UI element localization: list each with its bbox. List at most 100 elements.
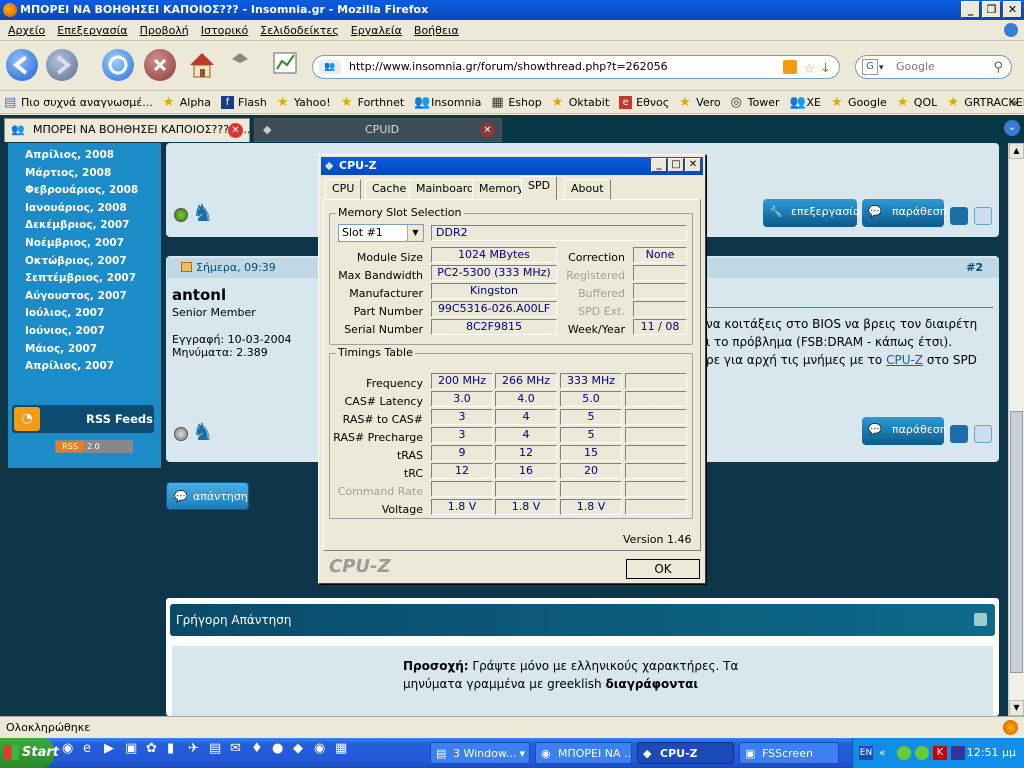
rss-feeds-box[interactable]: ◔ RSS Feeds <box>12 405 154 433</box>
tray-expand-icon[interactable]: « <box>879 738 886 768</box>
quote-button[interactable]: 💬 παράθεση <box>862 417 947 445</box>
archive-link[interactable]: Απρίλιος, 2007 <box>8 358 161 376</box>
bookmark-google[interactable]: ★ Google <box>827 96 893 109</box>
bookmark-xe[interactable]: 👥 XE <box>786 96 828 109</box>
collapse-icon[interactable] <box>974 613 987 626</box>
edit-button[interactable]: 🔧 επεξεργασία <box>763 199 860 227</box>
rss-icon[interactable] <box>783 60 797 74</box>
quick-launch-icon[interactable]: ▤ <box>209 741 225 761</box>
scroll-down-icon[interactable]: ▼ <box>1009 700 1024 716</box>
archive-link[interactable]: Φεβρουάριος, 2008 <box>8 182 161 200</box>
star-icon[interactable]: ☆ <box>803 59 815 81</box>
status-icon[interactable] <box>1003 720 1018 735</box>
archive-link[interactable]: Απρίλιος, 2008 <box>8 147 161 165</box>
reload-button[interactable] <box>102 49 134 81</box>
multiquote-icon[interactable] <box>950 425 968 443</box>
cpuz-tab-cache[interactable]: Cache <box>365 179 414 199</box>
quote-button[interactable]: 💬 παράθεση <box>862 199 947 227</box>
back-button[interactable] <box>6 49 38 81</box>
archive-link[interactable]: Μάιος, 2007 <box>8 341 161 359</box>
menu-view[interactable]: Προβολή <box>134 24 195 37</box>
archive-link[interactable]: Ιανουάριος, 2008 <box>8 200 161 218</box>
stop-button[interactable] <box>144 49 176 81</box>
bookmark-flash[interactable]: f Flash <box>217 95 273 109</box>
archive-link[interactable]: Δεκέμβριος, 2007 <box>8 217 161 235</box>
home-button[interactable] <box>186 49 218 81</box>
multiquote-icon[interactable] <box>950 207 968 225</box>
bookmark-yahoo[interactable]: ★ Yahoo! <box>273 96 337 109</box>
menu-bookmarks[interactable]: Σελιδοδείκτες <box>254 24 345 37</box>
chevron-more-icon[interactable]: » <box>1011 96 1018 109</box>
task-fsscreen[interactable]: ▣ FSScreen <box>739 742 839 764</box>
forward-button[interactable] <box>46 49 78 81</box>
rss-badge[interactable]: RSS 2.0 <box>55 440 133 453</box>
archive-link[interactable]: Νοέμβριος, 2007 <box>8 235 161 253</box>
slot-select[interactable]: Slot #1 ▼ <box>338 224 424 242</box>
close-tab-icon[interactable]: ✕ <box>480 123 495 138</box>
bookmark-insomnia[interactable]: 👥 Insomnia <box>410 96 487 109</box>
task-firefox[interactable]: ◉ ΜΠΟΡΕΙ ΝΑ ... <box>535 742 632 764</box>
start-button[interactable]: Start <box>0 738 59 768</box>
antivirus-icon[interactable]: K <box>933 746 947 760</box>
reply-button[interactable]: 💬 απάντηση <box>166 482 249 510</box>
user-info-icon[interactable]: ♞ <box>192 199 214 229</box>
chart-button[interactable] <box>272 49 304 81</box>
cpuz-maximize-button[interactable]: □ <box>668 158 684 172</box>
go-arrow-icon[interactable]: ↓ <box>820 58 831 80</box>
archive-link[interactable]: Σεπτέμβριος, 2007 <box>8 270 161 288</box>
quick-edit-icon[interactable] <box>974 207 992 225</box>
menu-tools[interactable]: Εργαλεία <box>345 24 408 37</box>
cpuz-tab-mainboard[interactable]: Mainboard <box>409 179 482 199</box>
archive-link[interactable]: Αύγουστος, 2007 <box>8 288 161 306</box>
ok-button[interactable]: OK <box>626 559 700 579</box>
task-cpuz[interactable]: ◆ CPU-Z <box>637 742 734 764</box>
tab-cpuid[interactable]: ◆ CPUID ✕ <box>254 118 502 142</box>
bookmark-vero[interactable]: ★ Vero <box>675 96 726 109</box>
quick-launch-icon[interactable]: ✿ <box>146 741 162 761</box>
quick-launch-icon[interactable]: ✈ <box>188 741 204 761</box>
search-input[interactable]: G ▾ Google ⚲ <box>855 55 1012 79</box>
bookmark-alpha[interactable]: ★ Alpha <box>159 96 217 109</box>
cpuz-tab-about[interactable]: About <box>564 179 611 199</box>
archive-link[interactable]: Μάρτιος, 2008 <box>8 165 161 183</box>
quick-launch-icon[interactable]: ▮ <box>167 741 183 761</box>
cpuz-tab-spd[interactable]: SPD <box>521 176 558 200</box>
menu-edit[interactable]: Επεξεργασία <box>51 24 133 37</box>
chevron-down-icon[interactable]: ▼ <box>407 225 423 241</box>
bookmark-tower[interactable]: ◎ Tower <box>727 96 786 109</box>
menu-file[interactable]: Αρχείο <box>2 24 51 37</box>
tab-thread[interactable]: 👥 ΜΠΟΡΕΙ ΝΑ ΒΟΗΘΗΣΕΙ ΚΑΠΟΙΟΣ??? - ... ✕ <box>4 118 251 142</box>
quick-launch-icon[interactable]: ▶ <box>104 741 120 761</box>
menu-help[interactable]: Βοήθεια <box>408 24 465 37</box>
page-scrollbar[interactable]: ▲ ▼ <box>1008 143 1024 716</box>
pin-button[interactable] <box>228 49 260 81</box>
bookmark-eshop[interactable]: ▦ Eshop <box>487 96 547 109</box>
close-tab-icon[interactable]: ✕ <box>228 123 243 138</box>
url-bar[interactable]: 👥 http://www.insomnia.gr/forum/showthrea… <box>312 55 840 79</box>
quick-launch-icon[interactable]: ▦ <box>335 741 351 761</box>
cpuz-link[interactable]: CPU-Z <box>886 353 923 367</box>
bookmark-oktabit[interactable]: ★ Oktabit <box>548 96 615 109</box>
messenger-icon[interactable] <box>897 746 911 760</box>
magnifier-icon[interactable]: ⚲ <box>993 57 1003 79</box>
archive-link[interactable]: Ιούλιος, 2007 <box>8 305 161 323</box>
close-button[interactable]: ✕ <box>1003 1 1022 18</box>
quick-launch-icon[interactable]: ◉ <box>62 741 78 761</box>
archive-link[interactable]: Ιούνιος, 2007 <box>8 323 161 341</box>
menu-history[interactable]: Ιστορικό <box>195 24 255 37</box>
minimize-button[interactable]: _ <box>961 1 980 18</box>
cpuz-tab-cpu[interactable]: CPU <box>325 179 362 199</box>
quick-launch-icon[interactable]: ▣ <box>125 741 141 761</box>
scroll-up-icon[interactable]: ▲ <box>1009 143 1024 159</box>
post-author[interactable]: antonl <box>172 286 226 304</box>
post-number[interactable]: #2 <box>966 261 983 274</box>
scroll-thumb[interactable] <box>1010 411 1023 673</box>
archive-link[interactable]: Οκτώβριος, 2007 <box>8 253 161 271</box>
network-icon[interactable] <box>951 746 965 760</box>
user-info-icon[interactable]: ♞ <box>192 418 214 448</box>
bookmark-most-visited[interactable]: ▤ Πιο συχνά αναγνωσμέ... <box>0 96 159 109</box>
task-windows-group[interactable]: ▤ 3 Window... ▾ <box>430 742 530 764</box>
bookmark-ethnos[interactable]: e Εθνος <box>615 95 675 109</box>
search-engine-icon[interactable]: G <box>862 59 878 75</box>
bookmark-qol[interactable]: ★ QOL <box>893 96 943 109</box>
